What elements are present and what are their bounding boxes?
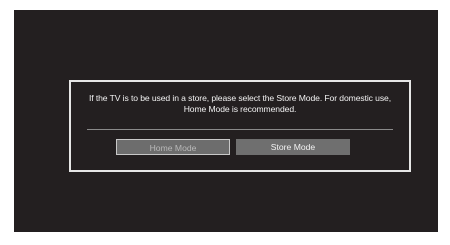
dialog-message: If the TV is to be used in a store, plea…: [88, 93, 392, 114]
dialog-divider: [87, 129, 393, 130]
tv-screen: If the TV is to be used in a store, plea…: [14, 10, 438, 232]
mode-select-dialog: If the TV is to be used in a store, plea…: [69, 80, 411, 172]
home-mode-button[interactable]: Home Mode: [116, 139, 230, 155]
store-mode-button[interactable]: Store Mode: [236, 139, 350, 155]
